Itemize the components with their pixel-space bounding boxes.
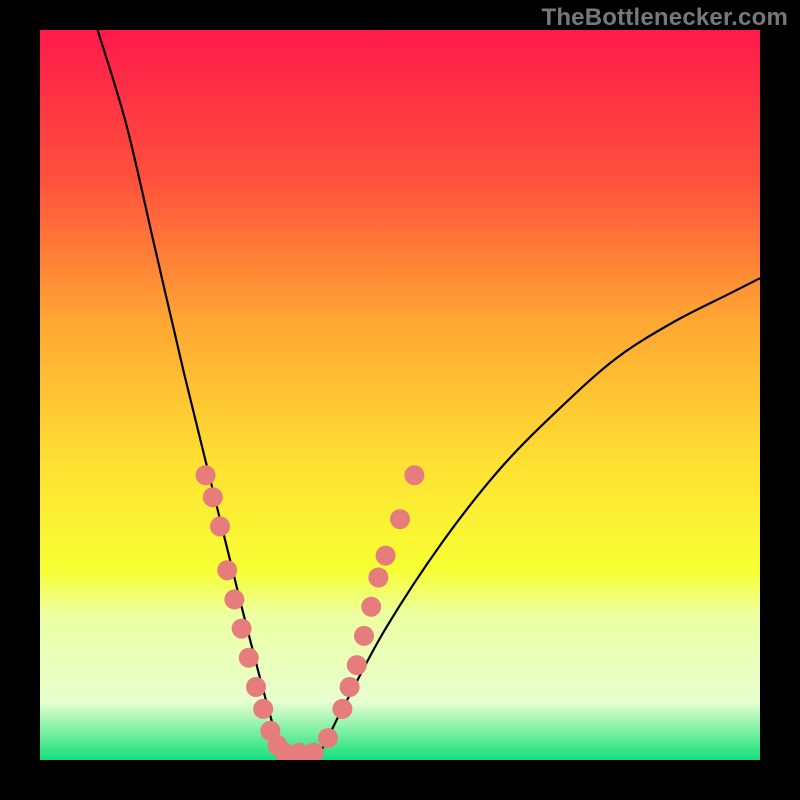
marker-dot xyxy=(368,568,388,588)
marker-dot xyxy=(210,516,230,536)
marker-dot xyxy=(224,589,244,609)
marker-dot xyxy=(390,509,410,529)
marker-dot xyxy=(340,677,360,697)
marker-dot xyxy=(203,487,223,507)
marker-dot xyxy=(246,677,266,697)
marker-dot xyxy=(347,655,367,675)
marker-dot xyxy=(404,465,424,485)
chart-frame xyxy=(40,30,760,760)
marker-dot xyxy=(217,560,237,580)
marker-dot xyxy=(318,728,338,748)
marker-dot xyxy=(361,597,381,617)
marker-dot xyxy=(239,648,259,668)
marker-dot xyxy=(253,699,273,719)
marker-dot xyxy=(196,465,216,485)
chart-svg xyxy=(40,30,760,760)
marker-dot xyxy=(232,619,252,639)
marker-dot xyxy=(376,546,396,566)
marker-dot xyxy=(354,626,374,646)
watermark-text: TheBottlenecker.com xyxy=(541,4,788,32)
marker-dot xyxy=(332,699,352,719)
gradient-background xyxy=(40,30,760,760)
